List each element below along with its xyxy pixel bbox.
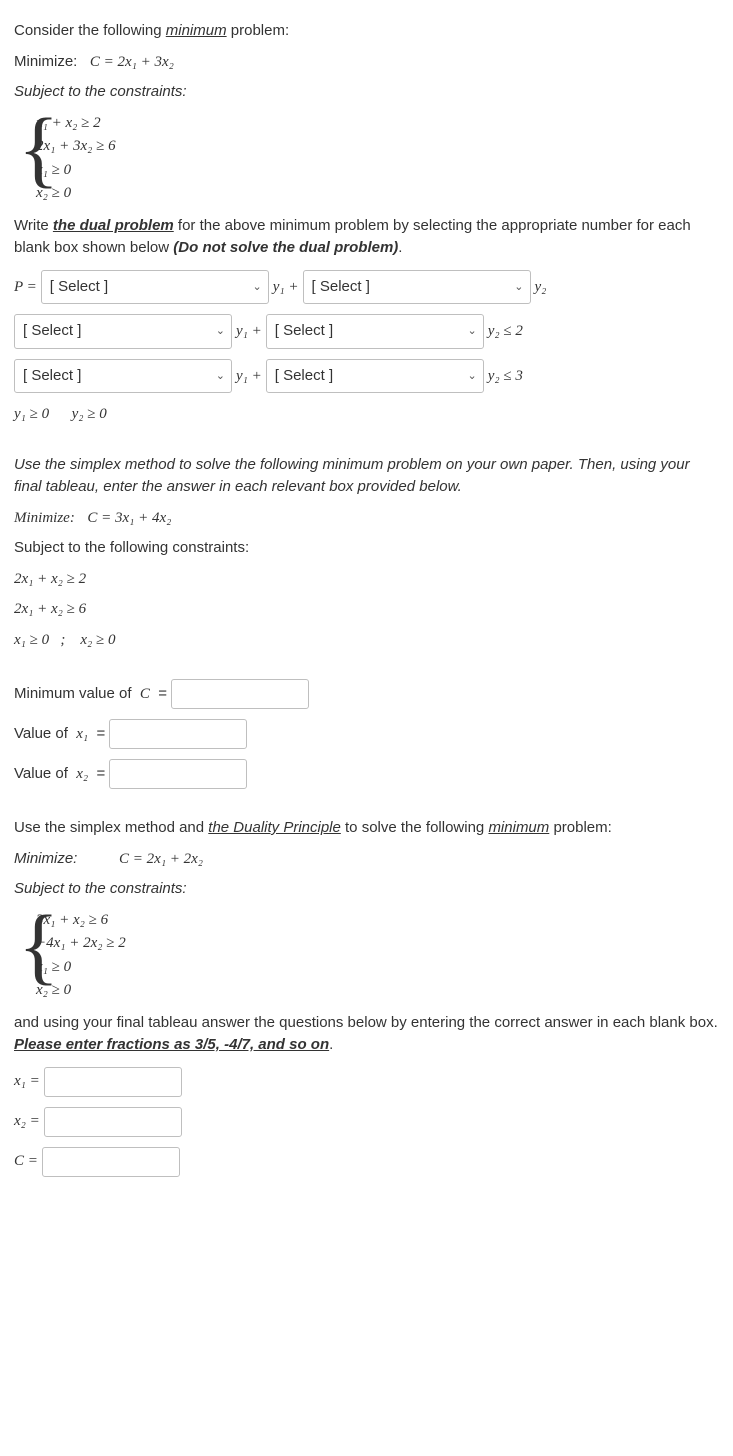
q3-x1-row: x₁ = [14, 1067, 719, 1097]
val-x1-label: Value of x₁ = [14, 723, 105, 746]
y2-le-3: y₂ ≤ 3 [488, 365, 523, 388]
y1-plus-label: y₁ + [236, 320, 262, 343]
select-c2-y1[interactable]: [ Select ] ⌄ [14, 359, 232, 394]
dual-row-c2: [ Select ] ⌄ y₁ + [ Select ] ⌄ y₂ ≤ 3 [14, 359, 719, 394]
q1-nonneg: y₁ ≥ 0 y₂ ≥ 0 [14, 403, 719, 426]
x1-input[interactable] [109, 719, 247, 749]
q3-x1-input[interactable] [44, 1067, 182, 1097]
q2-x1-row: Value of x₁ = [14, 719, 719, 749]
c-eq-label: C = [14, 1150, 38, 1173]
y1-plus-label: y₁ + [236, 365, 262, 388]
y2-label: y₂ [535, 276, 547, 299]
dual-row-c1: [ Select ] ⌄ y₁ + [ Select ] ⌄ y₂ ≤ 2 [14, 314, 719, 349]
q3-final: and using your final tableau answer the … [14, 1012, 719, 1057]
chevron-down-icon: ⌄ [468, 368, 477, 385]
dual-row-p: P = [ Select ] ⌄ y₁ + [ Select ] ⌄ y₂ [14, 270, 719, 305]
q3-subject: Subject to the constraints: [14, 878, 719, 901]
select-c2-y2[interactable]: [ Select ] ⌄ [266, 359, 484, 394]
select-c1-y1[interactable]: [ Select ] ⌄ [14, 314, 232, 349]
chevron-down-icon: ⌄ [514, 279, 523, 296]
select-p-y2[interactable]: [ Select ] ⌄ [303, 270, 531, 305]
min-c-input[interactable] [171, 679, 309, 709]
min-c-label: Minimum value of C = [14, 683, 167, 706]
q1-constraints: { x₁ + x₂ ≥ 2 2x₁ + 3x₂ ≥ 6 x₁ ≥ 0 x₂ ≥ … [18, 112, 719, 205]
y2-le-2: y₂ ≤ 2 [488, 320, 523, 343]
q2-subject: Subject to the following constraints: [14, 537, 719, 560]
q1-subject: Subject to the constraints: [14, 81, 719, 104]
q2-x2-row: Value of x₂ = [14, 759, 719, 789]
q3-constraints: { 3x₁ + x₂ ≥ 6 −4x₁ + 2x₂ ≥ 2 x₁ ≥ 0 x₂ … [18, 909, 719, 1002]
q2-min-c-row: Minimum value of C = [14, 679, 719, 709]
q2-c2: 2x₁ + x₂ ≥ 6 [14, 598, 719, 621]
q1-objective: Minimize: C = 2x₁ + 3x₂ [14, 51, 719, 74]
q2-intro: Use the simplex method to solve the foll… [14, 454, 719, 499]
q3-c-input[interactable] [42, 1147, 180, 1177]
q3-objective: Minimize: C = 2x₁ + 2x₂ [14, 848, 719, 871]
select-p-y1[interactable]: [ Select ] ⌄ [41, 270, 269, 305]
val-x2-label: Value of x₂ = [14, 763, 105, 786]
q3-x2-row: x₂ = [14, 1107, 719, 1137]
q2-objective: Minimize: C = 3x₁ + 4x₂ [14, 507, 719, 530]
q3-x2-input[interactable] [44, 1107, 182, 1137]
q2-c3: x₁ ≥ 0 ; x₂ ≥ 0 [14, 629, 719, 652]
chevron-down-icon: ⌄ [468, 323, 477, 340]
select-c1-y2[interactable]: [ Select ] ⌄ [266, 314, 484, 349]
chevron-down-icon: ⌄ [253, 279, 262, 296]
y1-plus-label: y₁ + [273, 276, 299, 299]
left-brace-icon: { [18, 905, 59, 987]
chevron-down-icon: ⌄ [216, 323, 225, 340]
q1-intro: Consider the following minimum problem: [14, 20, 719, 43]
x2-eq-label: x₂ = [14, 1110, 40, 1133]
q2-c1: 2x₁ + x₂ ≥ 2 [14, 568, 719, 591]
q3-c-row: C = [14, 1147, 719, 1177]
chevron-down-icon: ⌄ [216, 368, 225, 385]
q3-intro: Use the simplex method and the Duality P… [14, 817, 719, 840]
p-equals: P = [14, 276, 37, 299]
x2-input[interactable] [109, 759, 247, 789]
left-brace-icon: { [18, 108, 59, 190]
x1-eq-label: x₁ = [14, 1070, 40, 1093]
q1-dual-instruction: Write the dual problem for the above min… [14, 215, 719, 260]
